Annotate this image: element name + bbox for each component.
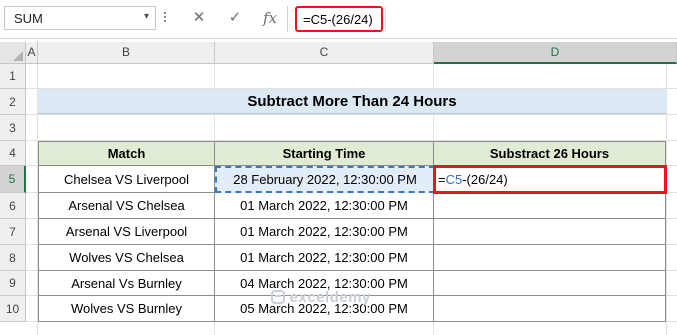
formula-text: =C5-(26/24): [303, 12, 373, 27]
cell-result[interactable]: [434, 245, 666, 271]
cell-starting-time[interactable]: 01 March 2022, 12:30:00 PM: [215, 245, 434, 271]
cell-match[interactable]: Wolves VS Chelsea: [39, 245, 215, 271]
cell-result[interactable]: [434, 296, 666, 322]
row-header-2[interactable]: 2: [0, 89, 26, 115]
insert-function-icon[interactable]: fx: [258, 8, 282, 28]
cell-match[interactable]: Arsenal VS Liverpool: [39, 219, 215, 245]
name-box-value: SUM: [14, 11, 43, 26]
cancel-icon[interactable]: ✕: [187, 8, 211, 28]
cell-match[interactable]: Arsenal Vs Burnley: [39, 271, 215, 296]
header-starting-time[interactable]: Starting Time: [215, 142, 434, 166]
cell-formula: =C5-(26/24): [438, 172, 508, 187]
row-header-10[interactable]: 10: [0, 296, 26, 322]
row-header-1[interactable]: 1: [0, 64, 26, 89]
row-header-7[interactable]: 7: [0, 219, 26, 245]
cell-match[interactable]: Chelsea VS Liverpool: [39, 166, 215, 193]
cell-starting-time: 28 February 2022, 12:30:00 PM: [233, 172, 417, 187]
formula-input-area[interactable]: [385, 6, 677, 32]
formula-input[interactable]: =C5-(26/24): [295, 6, 383, 32]
header-subtract-hours[interactable]: Substract 26 Hours: [434, 142, 666, 166]
logo-icon: [271, 290, 285, 304]
cell-result[interactable]: [434, 219, 666, 245]
referenced-cell-c5[interactable]: 28 February 2022, 12:30:00 PM: [215, 166, 435, 193]
name-box[interactable]: SUM ▾: [4, 6, 156, 30]
header-match[interactable]: Match: [39, 142, 215, 166]
column-header-a[interactable]: A: [26, 42, 38, 64]
row-header-4[interactable]: 4: [0, 141, 26, 166]
cell-result[interactable]: [434, 193, 666, 219]
row-header-6[interactable]: 6: [0, 193, 26, 219]
watermark-text: exceldemy: [289, 289, 371, 306]
cell-starting-time[interactable]: 01 March 2022, 12:30:00 PM: [215, 219, 434, 245]
chevron-down-icon[interactable]: ▾: [144, 11, 149, 22]
row-header-8[interactable]: 8: [0, 245, 26, 271]
cell-starting-time[interactable]: 01 March 2022, 12:30:00 PM: [215, 193, 434, 219]
column-header-c[interactable]: C: [215, 42, 434, 64]
watermark-logo: exceldemy: [271, 289, 371, 306]
cell-result[interactable]: [434, 271, 666, 296]
row-header-9[interactable]: 9: [0, 271, 26, 296]
row-header-5[interactable]: 5: [0, 166, 26, 193]
drag-handle-icon[interactable]: [163, 10, 167, 26]
column-header-d[interactable]: D: [434, 42, 677, 64]
column-header-b[interactable]: B: [38, 42, 215, 64]
cell-match[interactable]: Arsenal VS Chelsea: [39, 193, 215, 219]
enter-icon[interactable]: ✓: [223, 8, 247, 28]
sheet-title: Subtract More Than 24 Hours: [38, 89, 666, 114]
row-header-3[interactable]: 3: [0, 115, 26, 141]
cell-match[interactable]: Wolves VS Burnley: [39, 296, 215, 322]
formula-reference: C5: [445, 172, 463, 187]
select-all-button[interactable]: [0, 42, 26, 64]
formula-bar: SUM ▾ ✕ ✓ fx =C5-(26/24): [0, 0, 677, 39]
formula-bar-divider: [287, 6, 288, 32]
active-cell-d5-editor[interactable]: =C5-(26/24): [433, 165, 667, 194]
